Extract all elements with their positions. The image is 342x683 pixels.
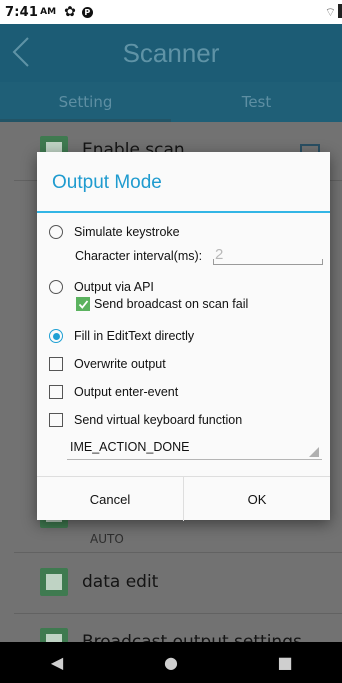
dropdown-arrow-icon bbox=[309, 447, 319, 457]
option-broadcast-on-fail[interactable]: Send broadcast on scan fail bbox=[76, 297, 248, 311]
option-label: Output via API bbox=[74, 280, 154, 294]
app-title: Scanner bbox=[122, 37, 220, 68]
ime-action-dropdown[interactable]: IME_ACTION_DONE bbox=[67, 437, 322, 460]
option-fill-edittext[interactable]: Fill in EditText directly bbox=[49, 329, 194, 343]
status-bar: 7:41 AM ✿ P ⌔ bbox=[0, 0, 342, 24]
dialog-title: Output Mode bbox=[52, 172, 162, 193]
checkbox-output-enter-event[interactable] bbox=[49, 385, 63, 399]
output-mode-dialog: Output Mode Simulate keystroke Character… bbox=[37, 152, 330, 521]
battery-icon bbox=[338, 4, 342, 18]
option-output-enter-event[interactable]: Output enter-event bbox=[49, 385, 178, 399]
option-overwrite-output[interactable]: Overwrite output bbox=[49, 357, 166, 371]
checkbox-overwrite-output[interactable] bbox=[49, 357, 63, 371]
character-interval-label: Character interval(ms): bbox=[75, 249, 203, 263]
divider bbox=[14, 613, 342, 614]
status-ampm: AM bbox=[40, 7, 57, 17]
option-label: Output enter-event bbox=[74, 385, 179, 399]
radio-fill-edittext[interactable] bbox=[49, 329, 63, 343]
tab-bar: Setting Test bbox=[0, 82, 342, 122]
dialog-title-divider bbox=[37, 211, 330, 213]
character-interval-input[interactable]: 2 bbox=[213, 246, 323, 265]
nav-recents-icon[interactable]: ■ bbox=[255, 653, 315, 672]
list-item-label: data edit bbox=[82, 572, 159, 592]
list-item-sublabel: AUTO bbox=[90, 532, 124, 546]
option-virtual-keyboard[interactable]: Send virtual keyboard function bbox=[49, 413, 242, 427]
radio-output-via-api[interactable] bbox=[49, 280, 63, 294]
tab-setting[interactable]: Setting bbox=[0, 82, 171, 122]
option-label: Send broadcast on scan fail bbox=[94, 297, 249, 311]
ok-button[interactable]: OK bbox=[183, 477, 330, 521]
status-time: 7:41 bbox=[5, 4, 39, 20]
list-item[interactable]: data edit bbox=[14, 568, 342, 596]
option-label: Simulate keystroke bbox=[74, 225, 180, 239]
divider bbox=[14, 552, 342, 553]
option-label: Overwrite output bbox=[74, 357, 166, 371]
nav-back-icon[interactable]: ◀ bbox=[27, 653, 87, 672]
option-label: Fill in EditText directly bbox=[74, 329, 195, 343]
edit-icon bbox=[40, 568, 68, 596]
system-nav-bar: ◀ ● ■ bbox=[0, 642, 342, 683]
checkbox-virtual-keyboard[interactable] bbox=[49, 413, 63, 427]
option-simulate-keystroke[interactable]: Simulate keystroke bbox=[49, 225, 180, 239]
radio-simulate-keystroke[interactable] bbox=[49, 225, 63, 239]
cancel-button[interactable]: Cancel bbox=[37, 477, 183, 521]
checkmark-icon[interactable] bbox=[76, 297, 90, 311]
wifi-icon: ⌔ bbox=[324, 5, 336, 19]
option-label: Send virtual keyboard function bbox=[74, 413, 243, 427]
settings-gear-icon: ✿ bbox=[64, 4, 76, 20]
dialog-button-bar: Cancel OK bbox=[37, 476, 330, 521]
ime-action-value: IME_ACTION_DONE bbox=[70, 440, 190, 454]
tab-test[interactable]: Test bbox=[171, 82, 342, 122]
nav-home-icon[interactable]: ● bbox=[141, 653, 201, 672]
back-chevron-icon[interactable] bbox=[10, 36, 32, 68]
app-bar: Scanner bbox=[0, 24, 342, 82]
option-output-via-api[interactable]: Output via API bbox=[49, 280, 154, 294]
notification-app-icon: P bbox=[81, 6, 93, 18]
